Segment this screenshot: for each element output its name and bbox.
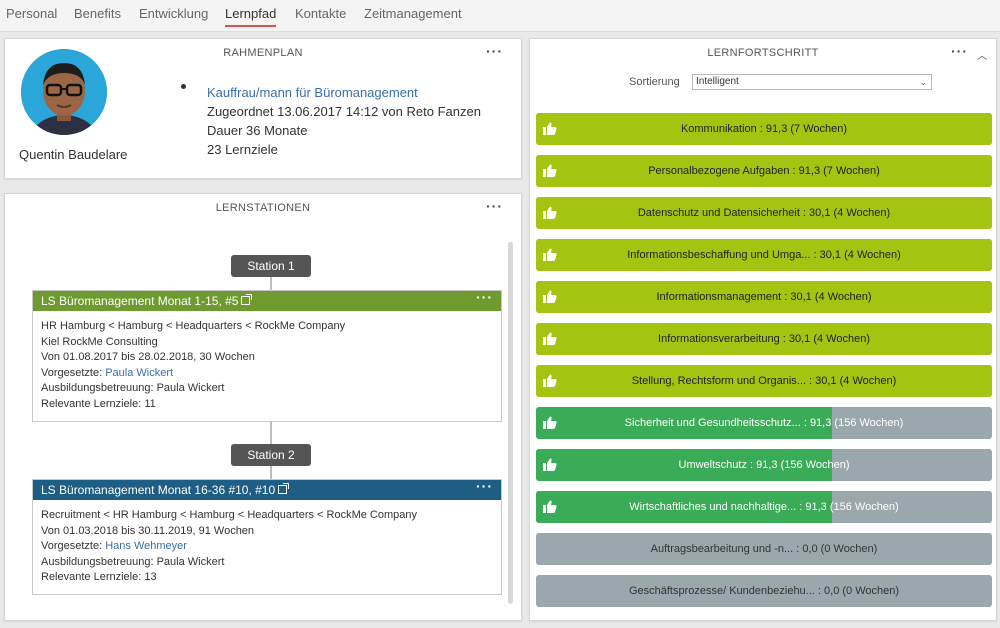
supervisor-label: Vorgesetzte: (41, 366, 106, 379)
progress-bar-label: Wirtschaftliches und nachhaltige... : 91… (629, 501, 899, 513)
plan-goals: 23 Lernziele (207, 142, 278, 157)
lernfortschritt-more-button[interactable]: ··· (951, 43, 968, 59)
rahmenplan-more-button[interactable]: ··· (486, 43, 503, 59)
progress-bar-label: Informationsmanagement : 30,1 (4 Wochen) (656, 291, 872, 303)
station-card-header: LS Büromanagement Monat 1-15, #5 ··· (33, 289, 501, 311)
progress-bar[interactable]: Stellung, Rechtsform und Organis... : 30… (536, 365, 992, 397)
avatar (21, 49, 107, 135)
supervisor-label: Vorgesetzte: (41, 540, 106, 553)
progress-bar[interactable]: Kommunikation : 91,3 (7 Wochen) (536, 113, 992, 145)
lernfortschritt-panel: LERNFORTSCHRITT ··· ︿ Sortierung Intelli… (529, 38, 997, 621)
progress-bar[interactable]: Wirtschaftliches und nachhaltige... : 91… (536, 491, 992, 523)
progress-bar[interactable]: Sicherheit und Gesundheitsschutz... : 91… (536, 407, 992, 439)
sort-select-value: Intelligent (696, 76, 739, 87)
station-org-path: Recruitment < HR Hamburg < Hamburg < Hea… (41, 509, 417, 521)
external-link-icon[interactable] (278, 483, 290, 494)
collapse-chevron-icon[interactable]: ︿ (977, 47, 987, 62)
scrollbar[interactable] (508, 242, 513, 604)
list-bullet (181, 84, 186, 89)
lernstationen-title: LERNSTATIONEN (215, 202, 311, 214)
station-card-body: Recruitment < HR Hamburg < Hamburg < Hea… (33, 500, 501, 594)
progress-bar-label: Stellung, Rechtsform und Organis... : 30… (631, 375, 897, 387)
station-period: Von 01.03.2018 bis 30.11.2019, 91 Wochen (41, 524, 255, 537)
station-card-body: HR Hamburg < Hamburg < Headquarters < Ro… (33, 311, 501, 421)
station-training: Ausbildungsbetreuung: Paula Wickert (41, 555, 225, 568)
progress-bar[interactable]: Informationsbeschaffung und Umga... : 30… (536, 239, 992, 271)
station-training: Ausbildungsbetreuung: Paula Wickert (41, 382, 225, 395)
tab-entwicklung[interactable]: Entwicklung (139, 6, 208, 25)
lernstationen-more-button[interactable]: ··· (486, 198, 503, 214)
progress-bar-label: Auftragsbearbeitung und -n... : 0,0 (0 W… (650, 543, 878, 555)
progress-bar-label: Umweltschutz : 91,3 (156 Wochen) (678, 459, 850, 471)
station-location: Kiel RockMe Consulting (41, 335, 158, 348)
station-card-2: LS Büromanagement Monat 16-36 #10, #10 ·… (32, 478, 502, 595)
connector-line (270, 466, 272, 480)
lernstationen-panel: LERNSTATIONEN ··· Station 1 LS Büromanag… (4, 193, 522, 621)
tab-lernpfad[interactable]: Lernpfad (225, 6, 277, 27)
person-name: Quentin Baudelare (19, 147, 128, 162)
supervisor-link[interactable]: Paula Wickert (105, 367, 173, 379)
station-supervisor-row: Vorgesetzte: Hans Wehmeyer (41, 539, 493, 555)
tab-benefits[interactable]: Benefits (74, 6, 121, 25)
progress-bar[interactable]: Informationsverarbeitung : 30,1 (4 Woche… (536, 323, 992, 355)
tab-personal[interactable]: Personal (6, 6, 57, 25)
progress-bar[interactable]: Informationsmanagement : 30,1 (4 Wochen) (536, 281, 992, 313)
station-card-more-button[interactable]: ··· (476, 287, 493, 307)
station-card-more-button[interactable]: ··· (476, 476, 493, 496)
progress-bar[interactable]: Geschäftsprozesse/ Kundenbeziehu... : 0,… (536, 575, 992, 607)
station-card-title[interactable]: LS Büromanagement Monat 16-36 #10, #10 (41, 483, 275, 497)
chevron-down-icon: ⌄ (919, 77, 927, 87)
rahmenplan-panel: RAHMENPLAN ··· Quentin Baudelare Kauffra… (4, 38, 522, 179)
external-link-icon[interactable] (241, 294, 253, 305)
station-period: Von 01.08.2017 bis 28.02.2018, 30 Wochen (41, 351, 255, 364)
connector-line (270, 277, 272, 291)
station-card-header: LS Büromanagement Monat 16-36 #10, #10 ·… (33, 478, 501, 500)
progress-bar-label: Kommunikation : 91,3 (7 Wochen) (680, 123, 848, 135)
progress-bar[interactable]: Datenschutz und Datensicherheit : 30,1 (… (536, 197, 992, 229)
top-navigation: Personal Benefits Entwicklung Lernpfad K… (0, 0, 1000, 32)
tab-zeitmanagement[interactable]: Zeitmanagement (364, 6, 462, 25)
station-goals: Relevante Lernziele: 11 (41, 397, 156, 410)
station-goals: Relevante Lernziele: 13 (41, 571, 157, 584)
connector-line (270, 421, 272, 445)
progress-bar-label: Informationsverarbeitung : 30,1 (4 Woche… (658, 333, 870, 345)
plan-assigned: Zugeordnet 13.06.2017 14:12 von Reto Fan… (207, 104, 481, 119)
progress-bar-label: Datenschutz und Datensicherheit : 30,1 (… (637, 207, 891, 219)
progress-bar[interactable]: Auftragsbearbeitung und -n... : 0,0 (0 W… (536, 533, 992, 565)
progress-bar-label: Personalbezogene Aufgaben : 91,3 (7 Woch… (648, 165, 880, 177)
plan-details: Kauffrau/mann für Büromanagement Zugeord… (207, 83, 481, 159)
station-pill-1: Station 1 (231, 255, 311, 277)
sort-select[interactable]: Intelligent ⌄ (692, 74, 932, 90)
progress-bar[interactable]: Personalbezogene Aufgaben : 91,3 (7 Woch… (536, 155, 992, 187)
progress-bar-label: Sicherheit und Gesundheitsschutz... : 91… (624, 417, 904, 429)
progress-bar-label: Informationsbeschaffung und Umga... : 30… (627, 249, 901, 261)
progress-bar[interactable]: Umweltschutz : 91,3 (156 Wochen) (536, 449, 992, 481)
plan-link[interactable]: Kauffrau/mann für Büromanagement (207, 83, 481, 102)
supervisor-link[interactable]: Hans Wehmeyer (105, 540, 187, 552)
progress-bar-label: Geschäftsprozesse/ Kundenbeziehu... : 0,… (628, 585, 900, 597)
plan-duration: Dauer 36 Monate (207, 123, 308, 138)
station-pill-2: Station 2 (231, 444, 311, 466)
station-card-title[interactable]: LS Büromanagement Monat 1-15, #5 (41, 294, 238, 308)
tab-kontakte[interactable]: Kontakte (295, 6, 346, 25)
lernfortschritt-title: LERNFORTSCHRITT (707, 47, 819, 59)
station-card-1: LS Büromanagement Monat 1-15, #5 ··· HR … (32, 289, 502, 422)
station-org-path: HR Hamburg < Hamburg < Headquarters < Ro… (41, 320, 346, 332)
sort-label: Sortierung (629, 76, 680, 88)
station-supervisor-row: Vorgesetzte: Paula Wickert (41, 366, 493, 382)
